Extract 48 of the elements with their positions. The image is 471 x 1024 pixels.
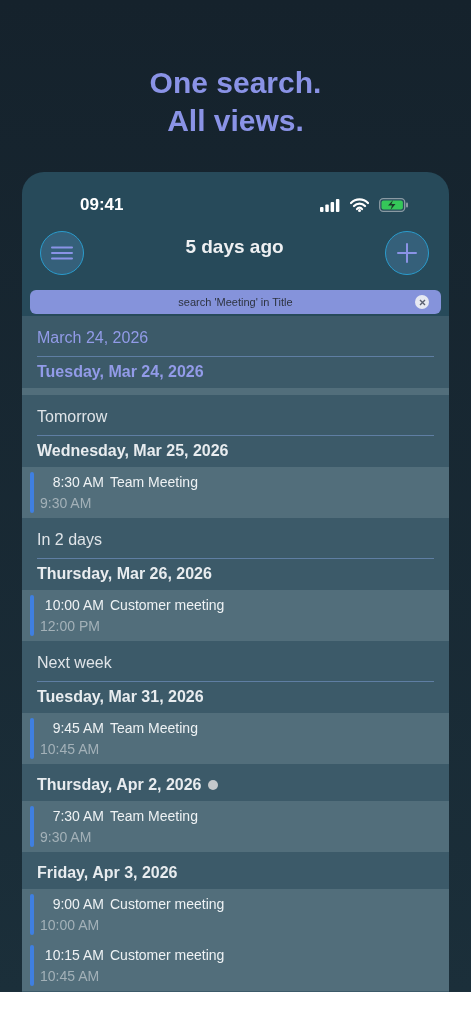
add-button[interactable] (385, 231, 429, 275)
headline-text: All views. (166, 103, 305, 139)
event-title: Team Meeting (110, 473, 198, 492)
plus-icon (397, 243, 417, 263)
signal-icon (320, 198, 340, 212)
event-title: Customer meeting (110, 596, 225, 615)
event-end-time: 9:30 AM (40, 829, 92, 845)
event-end-time: 10:45 AM (40, 741, 100, 757)
battery-icon (379, 198, 409, 212)
wifi-icon (350, 198, 369, 212)
clear-button[interactable] (415, 295, 429, 309)
event-title: Customer meeting (110, 946, 225, 965)
menu-button[interactable] (40, 231, 84, 275)
event-row[interactable]: 9:00 AM Customer meeting 10:00 AM (22, 889, 449, 940)
headline-text: One search. (148, 65, 323, 101)
group-label: March 24, 2026 (36, 328, 150, 348)
event-row[interactable]: 9:45 AM Team Meeting 10:45 AM (22, 713, 449, 764)
date-heading: Friday, Apr 3, 2026 (37, 863, 178, 883)
event-start-time: 9:00 AM (51, 895, 104, 914)
date-heading: Wednesday, Mar 25, 2026 (37, 441, 229, 461)
status-time: 09:41 (80, 194, 124, 216)
search-filter-text: search 'Meeting' in Title (177, 294, 294, 310)
event-end-time: 10:00 AM (40, 917, 100, 933)
event-start-time: 7:30 AM (51, 807, 104, 826)
event-end-time: 9:30 AM (40, 495, 92, 511)
date-heading: Thursday, Mar 26, 2026 (37, 564, 212, 584)
menu-icon (51, 246, 73, 260)
date-heading: Tuesday, Mar 31, 2026 (37, 687, 204, 707)
event-title: Customer meeting (110, 895, 225, 914)
event-start-time: 10:15 AM (43, 946, 104, 965)
nav-title: 5 days ago (185, 234, 284, 259)
group-label: Tomorrow (36, 407, 109, 427)
event-start-time: 8:30 AM (51, 473, 104, 492)
event-start-time: 9:45 AM (51, 719, 104, 738)
event-title: Team Meeting (110, 807, 198, 826)
event-row[interactable]: 10:00 AM Customer meeting 12:00 PM (22, 590, 449, 641)
event-start-time: 10:00 AM (43, 596, 104, 615)
event-row[interactable]: 10:15 AM Customer meeting 10:45 AM (22, 940, 449, 991)
date-heading: Thursday, Apr 2, 2026 (37, 775, 202, 795)
event-row[interactable]: 7:30 AM Team Meeting 9:30 AM (22, 801, 449, 852)
close-icon (418, 298, 426, 306)
event-row[interactable]: 8:30 AM Team Meeting 9:30 AM (22, 467, 449, 518)
date-heading: Tuesday, Mar 24, 2026 (37, 362, 204, 382)
event-end-time: 12:00 PM (40, 618, 100, 634)
group-label: In 2 days (36, 530, 103, 550)
group-label: Next week (36, 653, 113, 673)
event-title: Team Meeting (110, 719, 198, 738)
event-end-time: 10:45 AM (40, 968, 100, 984)
